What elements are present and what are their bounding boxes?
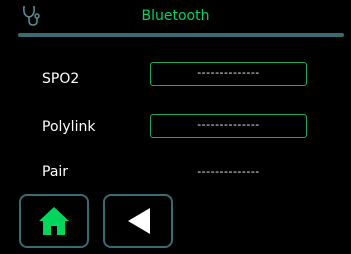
- home-button[interactable]: [19, 194, 89, 248]
- home-icon: [39, 207, 69, 235]
- spo2-label: SPO2: [42, 71, 80, 87]
- pair-value: --------------: [197, 165, 260, 178]
- polylink-field[interactable]: --------------: [150, 114, 307, 138]
- pair-label: Pair: [42, 164, 69, 180]
- back-button[interactable]: [103, 194, 173, 248]
- back-arrow-icon: [128, 208, 150, 234]
- page-title: Bluetooth: [141, 8, 210, 24]
- header-bar: Bluetooth: [0, 0, 351, 32]
- polylink-label: Polylink: [42, 119, 96, 135]
- bluetooth-screen: Bluetooth SPO2 -------------- Polylink -…: [0, 0, 351, 254]
- header-divider: [18, 33, 344, 37]
- spo2-field[interactable]: --------------: [150, 62, 307, 86]
